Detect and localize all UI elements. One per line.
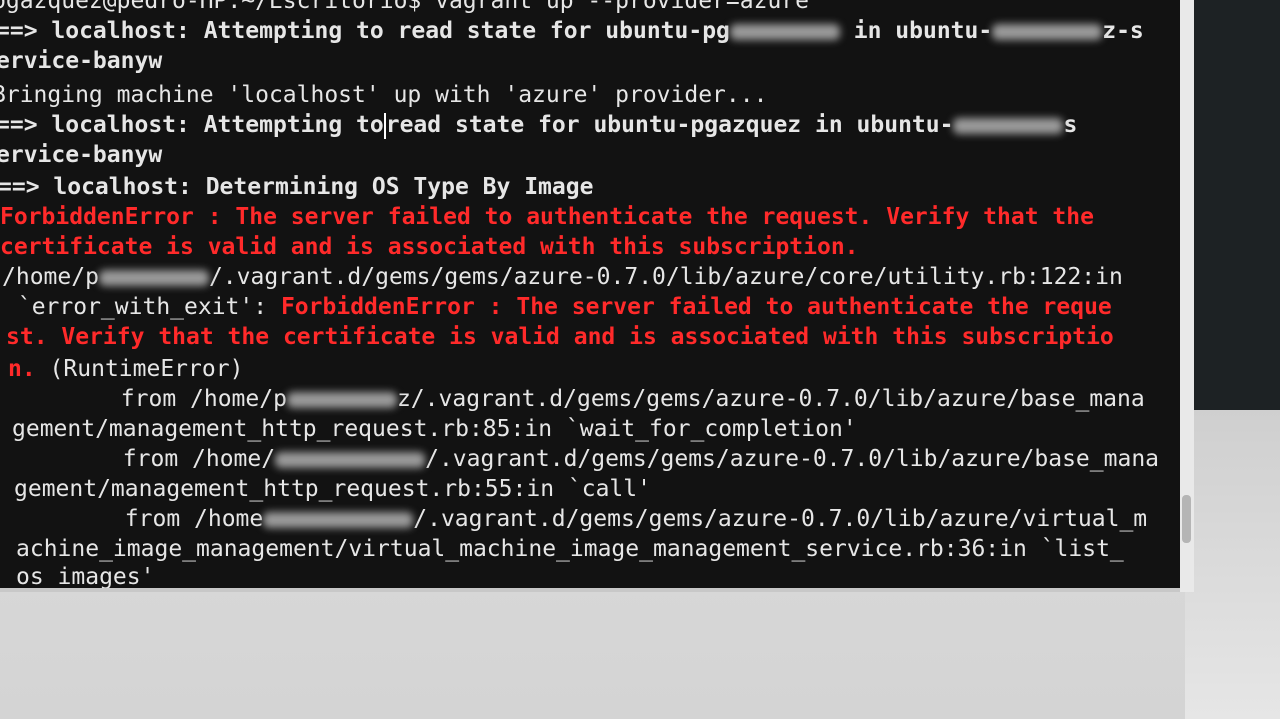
desktop-background (1185, 410, 1280, 719)
stack-trace-line: from /home/p z/.vagrant.d/gems/gems/azure… (10, 386, 1145, 412)
terminal-line: /home/p/.vagrant.d/gems/gems/azure-0.7.0… (2, 264, 1123, 290)
stack-trace-line: gement/management_http_request.rb:85:in … (12, 416, 857, 442)
error-line: certificate is valid and is associated w… (0, 234, 859, 260)
terminal-line: ervice-banyw (0, 48, 163, 74)
redacted-text (263, 511, 414, 528)
terminal-output: pgazquez@pedro-HP:~/Escritorio$ vagrant … (0, 0, 1180, 590)
redacted-text (275, 451, 426, 468)
redacted-text (953, 117, 1064, 134)
redacted-text (729, 23, 840, 40)
redacted-text (98, 269, 209, 286)
terminal-line: Bringing machine 'localhost' up with 'az… (0, 82, 768, 108)
prompt-command: pgazquez@pedro-HP:~/Escritorio$ vagrant … (0, 0, 809, 14)
scrollbar-thumb[interactable] (1182, 495, 1191, 543)
terminal-line: `error_with_exit': ForbiddenError : The … (4, 294, 1112, 320)
stack-trace-line: os_images' (16, 564, 155, 590)
terminal-line: n. (RuntimeError) (8, 356, 244, 382)
desktop-side-panel (1185, 0, 1280, 410)
desktop-screen: pgazquez@pedro-HP:~/Escritorio$ vagrant … (0, 0, 1280, 719)
terminal-window[interactable]: pgazquez@pedro-HP:~/Escritorio$ vagrant … (0, 0, 1184, 592)
stack-trace-line: gement/management_http_request.rb:55:in … (14, 476, 651, 502)
stack-trace-line: from /home//.vagrant.d/gems/gems/azure-0… (12, 446, 1160, 472)
stack-trace-line: achine_image_management/virtual_machine_… (16, 536, 1124, 562)
error-line: ForbiddenError : The server failed to au… (0, 204, 1094, 230)
redacted-text (286, 391, 397, 408)
error-line: st. Verify that the certificate is valid… (6, 324, 1114, 350)
terminal-line: ervice-banyw (0, 142, 163, 168)
terminal-line: ==> localhost: Determining OS Type By Im… (0, 174, 594, 200)
terminal-line: ==> localhost: Attempting to read state … (0, 18, 1144, 44)
terminal-line: ==> localhost: Attempting toread state f… (0, 112, 1078, 139)
stack-trace-line: from /home/.vagrant.d/gems/gems/azure-0.… (14, 506, 1148, 532)
terminal-line: pgazquez@pedro-HP:~/Escritorio$ vagrant … (0, 0, 809, 16)
redacted-text (992, 23, 1103, 40)
